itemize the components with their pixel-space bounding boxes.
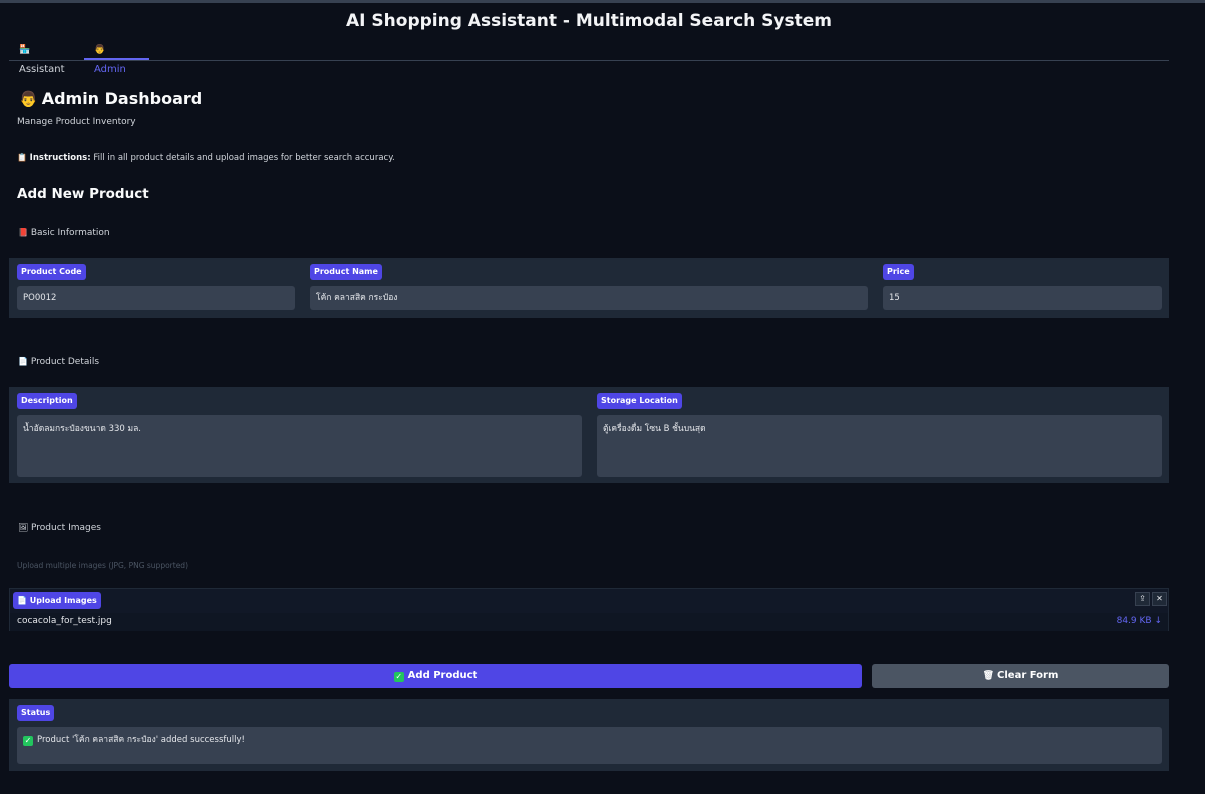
product-code-input[interactable]: PO0012 [17, 286, 295, 310]
basic-info-panel: Product Code PO0012 Product Name โค้ก คล… [9, 258, 1169, 318]
person-icon: 👨 [19, 90, 38, 108]
clear-form-button[interactable]: 🗑 Clear Form [872, 664, 1169, 688]
section-heading: Add New Product [17, 186, 149, 202]
tab-admin[interactable]: 👨 Admin [84, 40, 149, 75]
page-subtitle: Manage Product Inventory [17, 117, 136, 127]
description-label: Description [17, 393, 77, 409]
picture-icon: 🖼 [18, 523, 29, 532]
instructions-label: Instructions: [29, 153, 91, 163]
upload-icon[interactable]: ⇪ [1135, 592, 1150, 606]
page-title-text: Admin Dashboard [41, 89, 203, 108]
product-details-panel: Description น้ำอัดลมกระป๋องขนาด 330 มล. … [9, 387, 1169, 483]
storage-location-label: Storage Location [597, 393, 682, 409]
storefront-icon: 🏪 [19, 45, 31, 55]
description-textarea[interactable]: น้ำอัดลมกระป๋องขนาด 330 มล. [17, 415, 582, 477]
notebook-icon: 📕 [18, 228, 28, 237]
upload-images-label: 📄 Upload Images [13, 592, 101, 609]
app-title: AI Shopping Assistant - Multimodal Searc… [346, 11, 832, 31]
status-label: Status [17, 705, 55, 721]
status-message: Product 'โค้ก คลาสสิค กระป๋อง' added suc… [37, 735, 245, 745]
file-name[interactable]: cocacola_for_test.jpg [17, 616, 112, 626]
tab-label: Assistant [19, 64, 65, 75]
uploaded-file-row: cocacola_for_test.jpg 84.9 KB ↓ [10, 613, 1168, 631]
tab-label: Admin [94, 64, 126, 75]
product-code-label: Product Code [17, 264, 86, 280]
trash-icon: 🗑 [982, 671, 995, 681]
price-label: Price [883, 264, 914, 280]
product-name-label: Product Name [310, 264, 382, 280]
instructions-text: Fill in all product details and upload i… [93, 153, 395, 163]
status-output: ✓ Product 'โค้ก คลาสสิค กระป๋อง' added su… [17, 727, 1162, 764]
clear-form-label: Clear Form [997, 670, 1059, 681]
section-product-images: 🖼 Product Images [18, 523, 101, 533]
upload-hint: Upload multiple images (JPG, PNG support… [17, 561, 188, 570]
page-icon: 📄 [18, 357, 28, 366]
clipboard-icon: 📋 [17, 153, 27, 162]
section-product-details: 📄 Product Details [18, 357, 99, 367]
window-top-border [0, 0, 1205, 3]
checkmark-icon: ✓ [23, 736, 33, 746]
price-input[interactable]: 15 [883, 286, 1162, 310]
upload-label-text: Upload Images [29, 596, 97, 605]
file-icon: 📄 [17, 596, 27, 605]
close-icon[interactable]: ✕ [1152, 592, 1167, 606]
storage-location-textarea[interactable]: ตู้เครื่องดื่ม โซน B ชั้นบนสุด [597, 415, 1162, 477]
section-basic-info: 📕 Basic Information [18, 228, 110, 238]
checkmark-icon: ✓ [393, 672, 404, 682]
instructions: 📋 Instructions: Fill in all product deta… [17, 153, 395, 163]
product-name-input[interactable]: โค้ก คลาสสิค กระป๋อง [310, 286, 868, 310]
tab-assistant[interactable]: 🏪 Assistant [9, 40, 84, 75]
upload-images-box[interactable]: 📄 Upload Images ⇪ ✕ cocacola_for_test.jp… [9, 588, 1169, 631]
file-size-download[interactable]: 84.9 KB ↓ [1117, 616, 1162, 626]
section-label: Product Images [31, 523, 101, 533]
section-label: Product Details [30, 357, 100, 367]
page-title: 👨 Admin Dashboard [19, 89, 202, 108]
person-icon: 👨 [94, 45, 106, 55]
section-label: Basic Information [30, 228, 110, 238]
add-product-label: Add Product [407, 670, 478, 681]
tab-bar: 🏪 Assistant 👨 Admin [9, 40, 1169, 75]
status-panel: Status ✓ Product 'โค้ก คลาสสิค กระป๋อง' a… [9, 699, 1169, 771]
add-product-button[interactable]: ✓ Add Product [9, 664, 862, 688]
